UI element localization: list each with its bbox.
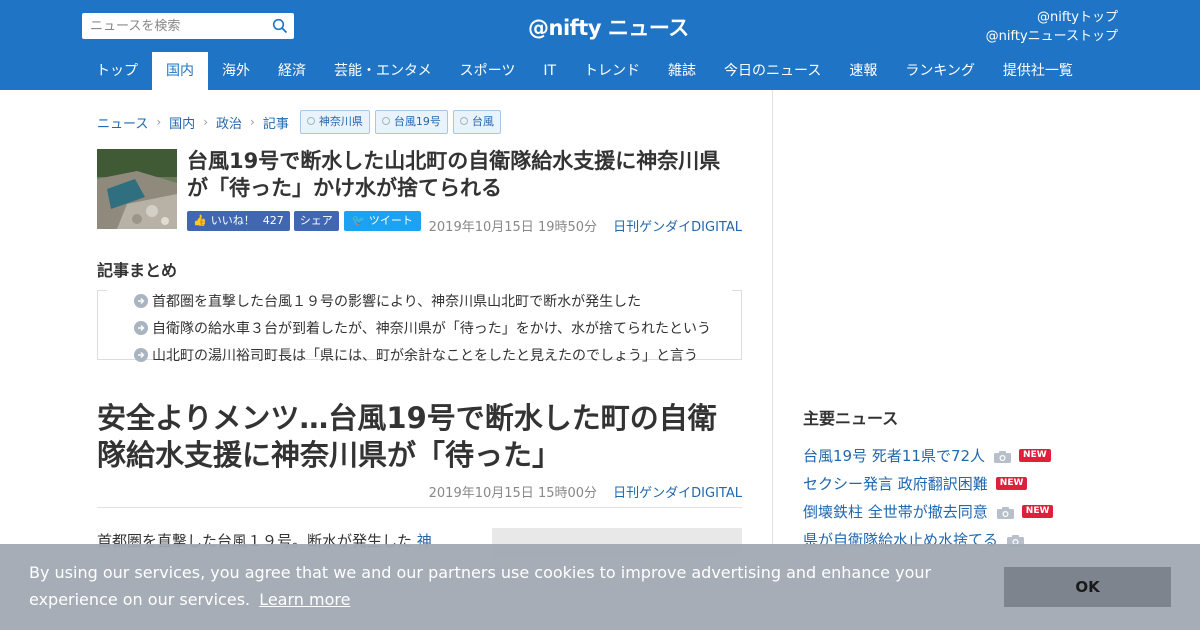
- article-source-link[interactable]: 日刊ゲンダイDIGITAL: [613, 220, 742, 235]
- search-box: [82, 13, 294, 39]
- side-news-item: 倒壊鉄柱 全世帯が撤去同意 NEW: [803, 497, 1103, 525]
- arrow-right-icon: [134, 321, 148, 335]
- summary-item: 首都圏を直撃した台風１９号の影響により、神奈川県山北町で断水が発生した: [134, 291, 641, 311]
- main-nav: トップ 国内 海外 経済 芸能・エンタメ スポーツ IT トレンド 雑誌 今日のニュース 速報 ランキ…: [82, 52, 1087, 90]
- summary-box: 首都圏を直撃した台風１９号の影響により、神奈川県山北町で断水が発生した 自衛隊の…: [97, 290, 742, 364]
- nav-item[interactable]: 経済: [264, 52, 320, 90]
- breadcrumb: ニュース › 国内 › 政治 › 記事 神奈川県 台風19号 台風: [97, 110, 506, 134]
- nav-item[interactable]: 海外: [208, 52, 264, 90]
- new-badge: NEW: [1019, 448, 1051, 462]
- chevron-right-icon: ›: [250, 115, 255, 129]
- like-label: いいね！: [210, 214, 255, 227]
- nav-item[interactable]: トップ: [82, 52, 152, 90]
- tag-typhoon[interactable]: 台風: [452, 110, 501, 134]
- cookie-message: By using our services, you agree that we…: [29, 559, 979, 613]
- camera-icon: [996, 505, 1014, 519]
- side-news-list: 台風19号 死者11県で72人 NEW セクシー発言 政府翻訳困難 NEW 倒壊鉄柱 全…: [803, 441, 1103, 553]
- side-news: 主要ニュース 台風19号 死者11県で72人 NEW セクシー発言 政府翻訳困難 NE…: [803, 405, 1103, 553]
- article-headline: 台風19号で断水した山北町の自衛隊給水支援に神奈川県が「待った」かけ水が捨てられ…: [187, 149, 721, 200]
- nav-item[interactable]: トレンド: [570, 52, 654, 90]
- nav-item[interactable]: スポーツ: [446, 52, 530, 90]
- twitter-bird-icon: 🐦: [351, 214, 366, 227]
- nav-item[interactable]: IT: [529, 52, 570, 90]
- nav-item[interactable]: 芸能・エンタメ: [320, 52, 446, 90]
- side-news-item: 台風19号 死者11県で72人 NEW: [803, 441, 1103, 469]
- tweet-label: ツイート: [368, 214, 413, 227]
- like-button[interactable]: 👍 いいね！ 427: [187, 211, 290, 231]
- side-news-item: セクシー発言 政府翻訳困難 NEW: [803, 469, 1103, 497]
- chevron-right-icon: ›: [203, 115, 208, 129]
- summary-item: 自衛隊の給水車３台が到着したが、神奈川県が「待った」をかけ、水が捨てられたという: [134, 318, 711, 338]
- nav-item[interactable]: 国内: [152, 52, 208, 90]
- summary-text: 山北町の湯川裕司町長は「県には、町が余計なことをしたと見えたのでしょう」と言う: [152, 348, 698, 364]
- side-news-link[interactable]: 台風19号 死者11県で72人: [803, 445, 985, 466]
- site-logo[interactable]: @nifty ニュース: [528, 12, 689, 42]
- breadcrumb-article[interactable]: 記事: [263, 113, 289, 132]
- tweet-button[interactable]: 🐦 ツイート: [343, 211, 421, 231]
- summary-text: 首都圏を直撃した台風１９号の影響により、神奈川県山北町で断水が発生した: [152, 294, 642, 310]
- tag-typhoon19[interactable]: 台風19号: [374, 110, 448, 134]
- side-news-title: 主要ニュース: [803, 409, 899, 428]
- divider: [97, 507, 742, 508]
- tag-list: 神奈川県 台風19号 台風: [299, 110, 506, 134]
- article-date: 2019年10月15日 19時50分: [428, 220, 598, 235]
- site-header: @nifty ニュース @niftyトップ @niftyニューストップ トップ国…: [0, 0, 1200, 90]
- article-date-2: 2019年10月15日 15時00分: [428, 486, 598, 501]
- chevron-right-icon: ›: [156, 115, 162, 129]
- camera-icon: [994, 449, 1012, 463]
- share-button[interactable]: シェア: [293, 211, 339, 231]
- nav-item[interactable]: 雑誌: [654, 52, 710, 90]
- nav-item[interactable]: 今日のニュース: [710, 52, 835, 90]
- summary-item: 山北町の湯川裕司町長は「県には、町が余計なことをしたと見えたのでしょう」と言う: [134, 345, 698, 365]
- cookie-text: By using our services, you agree that we…: [29, 563, 932, 609]
- arrow-right-icon: [134, 294, 148, 308]
- nav-item[interactable]: 速報: [835, 52, 891, 90]
- nav-item[interactable]: 提供社一覧: [989, 52, 1087, 90]
- summary-text: 自衛隊の給水車３台が到着したが、神奈川県が「待った」をかけ、水が捨てられたという: [152, 321, 712, 337]
- top-links: @niftyトップ @niftyニューストップ: [986, 8, 1118, 46]
- cookie-ok-button[interactable]: OK: [1004, 567, 1171, 607]
- nav-item[interactable]: ランキング: [891, 52, 989, 90]
- tag-kanagawa[interactable]: 神奈川県: [299, 110, 370, 134]
- article-meta-2: 2019年10月15日 15時00分 日刊ゲンダイDIGITAL: [429, 482, 742, 501]
- cookie-banner: By using our services, you agree that we…: [0, 544, 1200, 630]
- search-icon[interactable]: [272, 18, 288, 34]
- new-badge: NEW: [995, 476, 1028, 490]
- arrow-right-icon: [134, 348, 148, 362]
- thumbs-up-icon: 👍: [193, 214, 207, 227]
- search-input[interactable]: [82, 13, 268, 39]
- summary-title: 記事まとめ: [97, 261, 178, 280]
- like-count: 427: [262, 214, 284, 227]
- column-divider: [772, 90, 773, 560]
- new-badge: NEW: [1021, 504, 1054, 518]
- side-news-link[interactable]: セクシー発言 政府翻訳困難: [803, 473, 988, 494]
- nifty-top-link[interactable]: @niftyトップ: [986, 8, 1118, 27]
- social-buttons: 👍 いいね！ 427 シェア 🐦 ツイート: [187, 211, 421, 231]
- article-source-link-2[interactable]: 日刊ゲンダイDIGITAL: [613, 486, 742, 501]
- side-news-link[interactable]: 倒壊鉄柱 全世帯が撤去同意: [803, 501, 988, 522]
- breadcrumb-domestic[interactable]: 国内: [169, 113, 195, 132]
- article-title: 安全よりメンツ…台風19号で断水した町の自衛隊給水支援に神奈川県が「待った」: [97, 401, 717, 472]
- breadcrumb-news[interactable]: ニュース: [97, 113, 148, 132]
- article-thumbnail[interactable]: [97, 149, 177, 229]
- article-meta: 2019年10月15日 19時50分 日刊ゲンダイDIGITAL: [429, 216, 742, 235]
- breadcrumb-politics[interactable]: 政治: [216, 113, 242, 132]
- learn-more-link[interactable]: Learn more: [259, 590, 350, 609]
- nifty-news-top-link[interactable]: @niftyニューストップ: [986, 27, 1118, 46]
